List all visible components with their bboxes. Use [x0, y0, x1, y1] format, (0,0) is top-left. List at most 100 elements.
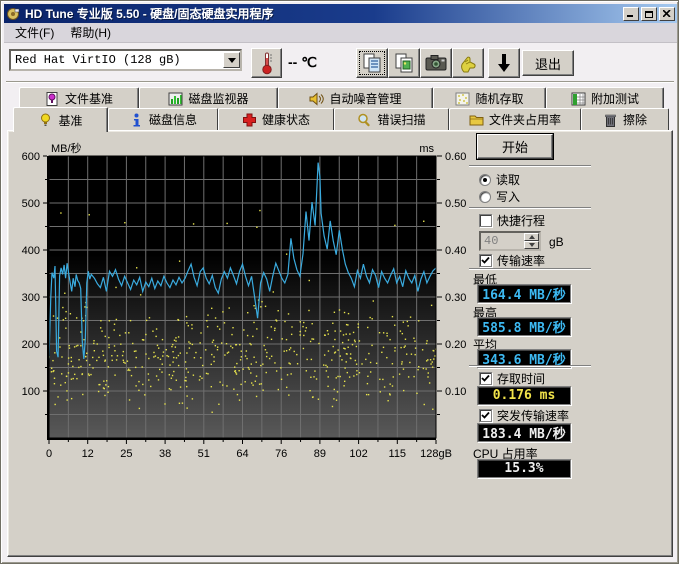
write-radio[interactable]: 写入: [479, 188, 520, 205]
max-transfer-display: 585.8 MB/秒: [477, 317, 571, 336]
tab-label: 文件夹占用率: [489, 111, 561, 128]
file-benchmark-icon: [45, 92, 60, 106]
svg-text:12: 12: [82, 448, 94, 460]
tab-disk-info[interactable]: 磁盘信息: [108, 108, 218, 130]
svg-text:0: 0: [46, 448, 52, 460]
read-radio[interactable]: 读取: [479, 171, 520, 188]
access-time-display: 0.176 ms: [477, 386, 571, 405]
tab-label: 擦除: [623, 111, 647, 128]
tab-label: 错误扫描: [377, 111, 425, 128]
svg-text:ms: ms: [419, 143, 434, 155]
copy-text-button[interactable]: [356, 48, 388, 78]
short-stroke-spinner[interactable]: 40: [479, 231, 541, 251]
tab-label: 磁盘监视器: [188, 90, 248, 107]
window-title: HD Tune 专业版 5.50 - 硬盘/固态硬盘实用程序: [25, 5, 273, 22]
write-radio-label: 写入: [496, 188, 520, 205]
svg-text:128gB: 128gB: [420, 448, 452, 460]
svg-text:115: 115: [389, 448, 407, 460]
svg-text:400: 400: [22, 245, 40, 257]
drive-select-value: Red Hat VirtIO (128 gB): [11, 53, 181, 67]
benchmark-icon: [38, 113, 53, 127]
transfer-rate-checkbox[interactable]: 传输速率: [479, 252, 545, 269]
tab-benchmark[interactable]: 基准: [13, 107, 108, 132]
exit-button-label: 退出: [535, 54, 561, 73]
svg-text:102: 102: [349, 448, 367, 460]
svg-text:0.60: 0.60: [445, 151, 466, 163]
svg-text:0.10: 0.10: [445, 386, 466, 398]
svg-text:600: 600: [22, 151, 40, 163]
svg-text:300: 300: [22, 292, 40, 304]
checkbox-icon: [479, 409, 492, 422]
svg-text:89: 89: [314, 448, 326, 460]
health-icon: [242, 113, 257, 127]
tab-file-benchmark[interactable]: 文件基准: [19, 87, 139, 109]
error-scan-icon: [357, 113, 372, 127]
tab-aam[interactable]: 自动噪音管理: [278, 87, 433, 109]
read-radio-label: 读取: [496, 171, 520, 188]
spinner-buttons[interactable]: [524, 233, 539, 249]
copy-text-icon: [362, 52, 382, 74]
close-button[interactable]: [659, 7, 675, 21]
start-button[interactable]: 开始: [477, 134, 553, 159]
access-time-checkbox[interactable]: 存取时间: [479, 370, 545, 387]
tab-erase[interactable]: 擦除: [581, 108, 669, 130]
tab-error-scan[interactable]: 错误扫描: [334, 108, 449, 130]
maximize-icon: [645, 10, 654, 18]
svg-text:100: 100: [22, 386, 40, 398]
app-window: HD Tune 专业版 5.50 - 硬盘/固态硬盘实用程序 文件(F) 帮助(…: [0, 0, 679, 564]
extra-tests-icon: [571, 92, 586, 106]
tab-folder-usage[interactable]: 文件夹占用率: [449, 108, 581, 130]
separator: [469, 365, 591, 367]
temperature-unit: ℃: [301, 54, 317, 70]
svg-text:38: 38: [159, 448, 171, 460]
tab-label: 随机存取: [475, 90, 523, 107]
menu-help[interactable]: 帮助(H): [63, 22, 118, 43]
hand-icon: [458, 52, 478, 74]
temperature-readout: -- ℃: [288, 54, 317, 71]
tab-extra-tests[interactable]: 附加测试: [546, 87, 664, 109]
burst-rate-checkbox[interactable]: 突发传输速率: [479, 407, 569, 424]
close-icon: [663, 10, 671, 17]
radio-icon: [479, 174, 491, 186]
screenshot-button[interactable]: [420, 48, 452, 78]
temperature-button[interactable]: [251, 48, 282, 78]
checkbox-icon: [479, 372, 492, 385]
aam-icon: [309, 92, 324, 106]
menu-file[interactable]: 文件(F): [8, 22, 61, 43]
radio-icon: [479, 191, 491, 203]
copy-image-icon: [394, 52, 414, 74]
svg-text:0.40: 0.40: [445, 245, 466, 257]
spin-down-icon[interactable]: [524, 241, 539, 249]
checkbox-icon: [479, 254, 492, 267]
maximize-button[interactable]: [641, 7, 657, 21]
tab-disk-monitor[interactable]: 磁盘监视器: [139, 87, 278, 109]
separator: [469, 207, 591, 209]
svg-text:500: 500: [22, 198, 40, 210]
tab-health[interactable]: 健康状态: [218, 108, 334, 130]
tab-random-access[interactable]: 随机存取: [433, 87, 546, 109]
folder-usage-icon: [469, 113, 484, 127]
disk-monitor-icon: [168, 92, 183, 106]
title-bar: HD Tune 专业版 5.50 - 硬盘/固态硬盘实用程序: [4, 4, 677, 23]
copy-image-button[interactable]: [388, 48, 420, 78]
svg-text:76: 76: [275, 448, 287, 460]
disk-info-icon: [129, 113, 144, 127]
chevron-down-icon: [228, 58, 236, 63]
drive-select-dropdown-button[interactable]: [223, 52, 240, 68]
tab-label: 附加测试: [591, 90, 639, 107]
exit-button[interactable]: 退出: [522, 50, 574, 76]
short-stroke-unit: gB: [549, 235, 564, 249]
spin-up-icon[interactable]: [524, 233, 539, 241]
svg-text:MB/秒: MB/秒: [51, 141, 82, 155]
separator: [469, 165, 591, 167]
toolbar-separator: [6, 81, 674, 83]
save-results-button[interactable]: [488, 48, 520, 78]
minimize-button[interactable]: [623, 7, 639, 21]
tab-label: 自动噪音管理: [329, 90, 401, 107]
drive-select[interactable]: Red Hat VirtIO (128 gB): [9, 49, 242, 71]
aam-toolbar-button[interactable]: [452, 48, 484, 78]
burst-rate-label: 突发传输速率: [497, 407, 569, 424]
app-icon: [6, 7, 21, 21]
short-stroke-checkbox[interactable]: 快捷行程: [479, 212, 545, 229]
start-button-label: 开始: [502, 137, 528, 156]
